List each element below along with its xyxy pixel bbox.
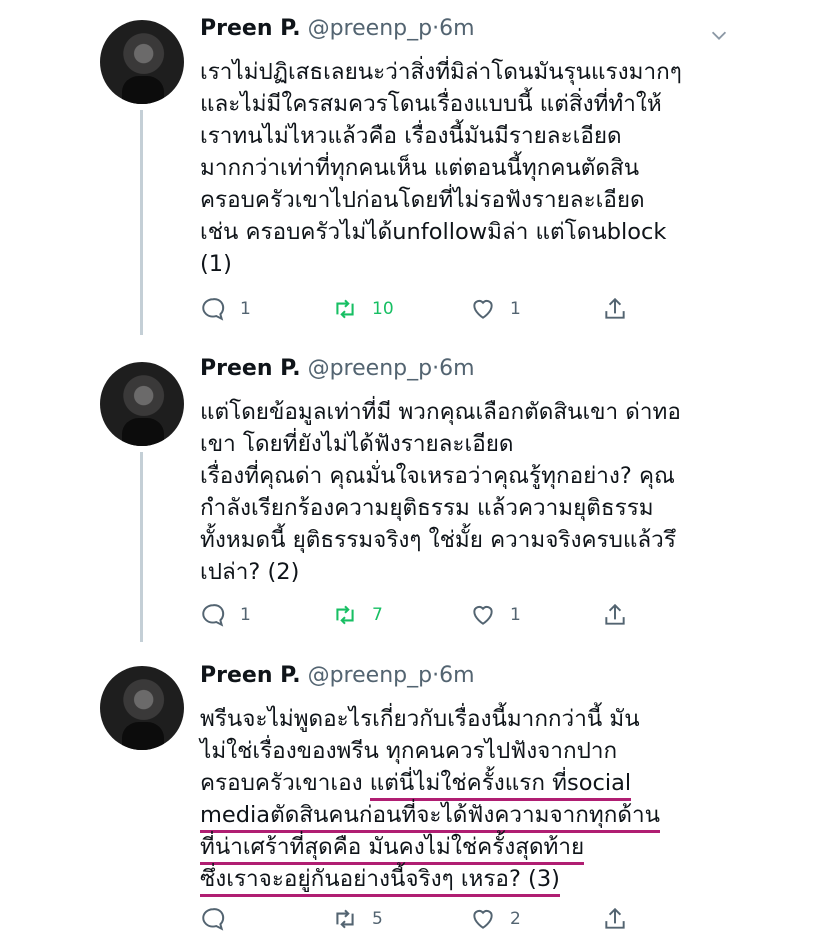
text-line: เราไม่ปฏิเสธเลยนะว่าสิ่งที่มิล่าโดนมันรุ… [200,59,682,85]
retweet-button[interactable]: 5 [332,906,383,932]
text-line: ที่น่าเศร้าที่สุดคือ มันคงไม่ใช่ครั้งสุด… [200,831,720,865]
tweet-actions: 1 7 1 [200,602,640,632]
reply-icon [202,298,225,321]
tweet-header: Preen P. @preenp_p·6m [200,663,475,688]
heart-icon [473,605,493,625]
text-line: เราทนไม่ไหวแล้วคือ เรื่องนี้มันมีรายละเอ… [200,123,622,149]
text-line: กำลังเรียกร้องความยุติธรรม แล้วความยุติธ… [200,495,654,521]
text-line: เปล่า? (2) [200,559,300,585]
share-icon [605,297,625,319]
text-line: ครอบครัวเขาเอง แต่นี่ไม่ใช่ครั้งแรก ที่s… [200,767,720,801]
tweet-header: Preen P. @preenp_p·6m [200,16,475,41]
display-name[interactable]: Preen P. [200,16,301,41]
avatar[interactable] [100,666,184,750]
tweet-text: แต่โดยข้อมูลเท่าที่มี พวกคุณเลือกตัดสินเ… [200,396,720,588]
text-line: พรีนจะไม่พูดอะไรเกี่ยวกับเรื่องนี้มากกว่… [200,706,640,732]
like-button[interactable]: 1 [470,602,521,628]
share-icon [605,907,625,929]
reply-count: 1 [240,605,251,625]
thread-line [140,452,143,642]
text-line: มากกว่าเท่าที่ทุกคนเห็น แต่ตอนนี้ทุกคนตั… [200,155,640,181]
text-line: เรื่องที่คุณด่า คุณมั่นใจเหรอว่าคุณรู้ทุ… [200,463,675,489]
retweet-count: 7 [372,605,383,625]
underlined-text: ซึ่งเราจะอยู่กันอย่างนี้จริงๆ เหรอ? (3) [200,866,560,897]
share-button[interactable] [602,602,628,628]
tweet-actions: 1 10 1 [200,296,640,326]
display-name[interactable]: Preen P. [200,663,301,688]
text-segment: ครอบครัวเขาเอง [200,770,370,796]
reply-count: 1 [240,299,251,319]
reply-button[interactable]: 1 [200,296,251,322]
tweet-actions: 5 2 [200,906,640,936]
underlined-text: แต่นี่ไม่ใช่ครั้งแรก ที่social [369,770,632,801]
display-name[interactable]: Preen P. [200,356,301,381]
text-line: ทั้งหมดนี้ ยุติธรรมจริงๆ ใช่มั้ย ความจริ… [200,527,676,553]
thread-line [140,110,143,335]
text-line: เขา โดยที่ยังไม่ได้ฟังรายละเอียด [200,431,514,457]
like-button[interactable]: 2 [470,906,521,932]
reply-icon [202,604,225,627]
retweet-count: 5 [372,909,383,929]
handle[interactable]: @preenp_p [308,356,432,381]
text-line: ครอบครัวเขาไปก่อนโดยที่ไม่รอฟังรายละเอีย… [200,187,645,213]
underlined-text: mediaตัดสินคนก่อนที่จะได้ฟังความจากทุกด้… [200,802,660,833]
text-line: mediaตัดสินคนก่อนที่จะได้ฟังความจากทุกด้… [200,799,720,833]
tweet-text: พรีนจะไม่พูดอะไรเกี่ยวกับเรื่องนี้มากกว่… [200,703,720,897]
text-line: ซึ่งเราจะอยู่กันอย่างนี้จริงๆ เหรอ? (3) [200,863,720,897]
handle[interactable]: @preenp_p [308,16,432,41]
like-count: 1 [510,299,521,319]
reply-button[interactable] [200,906,240,932]
text-line: (1) [200,251,232,277]
retweet-icon [336,299,354,319]
text-line: แต่โดยข้อมูลเท่าที่มี พวกคุณเลือกตัดสินเ… [200,399,681,425]
like-count: 1 [510,605,521,625]
share-button[interactable] [602,906,628,932]
timestamp[interactable]: 6m [439,16,474,41]
avatar[interactable] [100,20,184,104]
retweet-icon [336,605,354,625]
share-icon [605,603,625,625]
retweet-button[interactable]: 10 [332,296,394,322]
timestamp[interactable]: 6m [439,356,474,381]
reply-button[interactable]: 1 [200,602,251,628]
text-line: ไม่ใช่เรื่องของพรีน ทุกคนควรไปฟังจากปาก [200,738,618,764]
text-line: เช่น ครอบครัวไม่ได้unfollowมิล่า แต่โดนb… [200,219,667,245]
share-button[interactable] [602,296,628,322]
retweet-button[interactable]: 7 [332,602,383,628]
heart-icon [473,299,493,319]
reply-icon [202,908,225,931]
like-count: 2 [510,909,521,929]
underlined-text: ที่น่าเศร้าที่สุดคือ มันคงไม่ใช่ครั้งสุด… [200,834,585,865]
heart-icon [473,909,493,929]
timestamp[interactable]: 6m [439,663,474,688]
retweet-count: 10 [372,299,394,319]
more-options-icon[interactable] [708,24,730,46]
text-line: และไม่มีใครสมควรโดนเรื่องแบบนี้ แต่สิ่งท… [200,91,662,117]
like-button[interactable]: 1 [470,296,521,322]
retweet-icon [336,909,354,929]
avatar[interactable] [100,362,184,446]
tweet-text: เราไม่ปฏิเสธเลยนะว่าสิ่งที่มิล่าโดนมันรุ… [200,56,720,280]
handle[interactable]: @preenp_p [308,663,432,688]
tweet-header: Preen P. @preenp_p·6m [200,356,475,381]
